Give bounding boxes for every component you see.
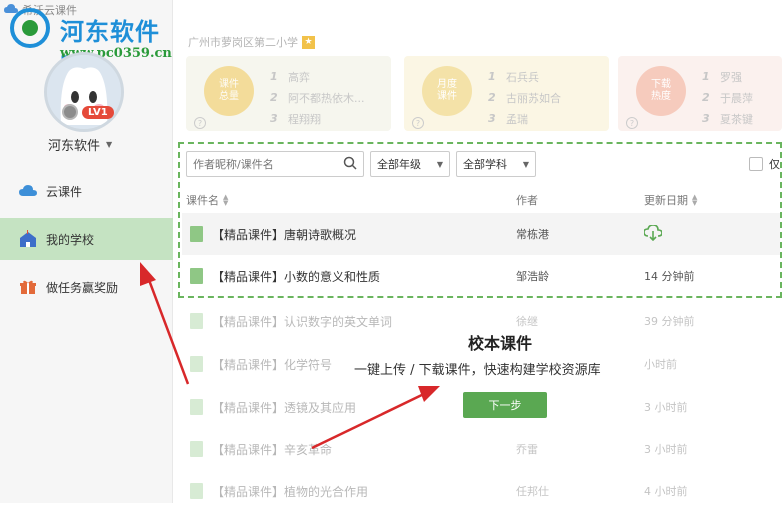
document-icon <box>190 441 203 457</box>
sidebar-item-tasks[interactable]: 做任务赢奖励 <box>0 266 173 308</box>
level-label: LV1 <box>82 105 114 119</box>
sidebar-item-my-school[interactable]: 我的学校 <box>0 218 173 260</box>
cloud-icon <box>18 181 38 201</box>
rank-row: 3 程翔翔 <box>270 112 321 126</box>
rank-list: 1 高弈 2 阿不都热依木... 3 程翔翔 <box>270 66 365 129</box>
app-window: 希沃云课件 河东软件园 www.pc0359.cn LV1 河东软件 ▼ <box>0 0 782 503</box>
document-icon <box>190 313 203 329</box>
help-icon[interactable]: ? <box>194 117 206 129</box>
grade-select[interactable]: 全部年级 ▼ <box>370 151 450 177</box>
help-icon[interactable]: ? <box>626 117 638 129</box>
main-panel: 广州市萝岗区第二小学 ★ 课件 总量 1 高弈 2 阿不都热依木... 3 程翔翔 ? … <box>174 0 782 503</box>
level-badge: LV1 <box>62 104 114 120</box>
total-medal-icon: 课件 总量 <box>204 66 254 116</box>
star-icon: ★ <box>302 35 315 49</box>
chevron-down-icon: ▼ <box>522 159 529 169</box>
document-icon <box>190 399 203 415</box>
only-checkbox[interactable]: 仅 <box>749 156 780 172</box>
school-name: 广州市萝岗区第二小学 ★ <box>188 34 315 50</box>
cloud-download-icon[interactable] <box>643 223 663 244</box>
watermark-logo-icon <box>6 8 54 50</box>
downloads-medal-icon: 下载 热度 <box>636 66 686 116</box>
user-menu[interactable]: 河东软件 ▼ <box>48 135 112 154</box>
rank-list: 1 石兵兵 2 古丽苏如合 3 孟瑞 <box>488 66 561 129</box>
search-box[interactable] <box>186 151 364 177</box>
avatar[interactable] <box>44 52 124 132</box>
document-icon <box>190 268 203 284</box>
guide-subtitle: 一键上传 / 下载课件，快速构建学校资源库 <box>354 363 601 378</box>
rank-row: 1 罗强 <box>702 70 742 84</box>
rank-row: 2 于晨萍 <box>702 91 753 105</box>
sidebar: 希沃云课件 河东软件园 www.pc0359.cn LV1 河东软件 ▼ <box>0 0 173 503</box>
table-row[interactable]: 【精品课件】小数的意义和性质 邹浩龄 14 分钟前 <box>182 255 780 297</box>
help-icon[interactable]: ? <box>412 117 424 129</box>
document-icon <box>190 356 203 372</box>
sort-icon: ▲ ▼ <box>223 193 229 207</box>
sidebar-item-label: 我的学校 <box>46 232 95 247</box>
username: 河东软件 <box>48 139 101 154</box>
rank-row: 3 夏茶键 <box>702 112 753 126</box>
rank-row: 1 石兵兵 <box>488 70 539 84</box>
monthly-medal-icon: 月度 课件 <box>422 66 472 116</box>
document-icon <box>190 483 203 499</box>
next-step-button[interactable]: 下一步 <box>463 392 547 418</box>
rank-card-downloads: 下载 热度 1 罗强 2 于晨萍 3 夏茶键 ? <box>618 56 782 131</box>
table-row[interactable]: 【精品课件】植物的光合作用 任邦仕 4 小时前 <box>182 470 780 512</box>
sort-icon: ▲ ▼ <box>692 193 698 207</box>
document-icon <box>190 226 203 242</box>
medal-icon <box>62 104 78 120</box>
rank-card-monthly: 月度 课件 1 石兵兵 2 古丽苏如合 3 孟瑞 ? <box>404 56 609 131</box>
column-header-date[interactable]: 更新日期 ▲ ▼ <box>644 192 697 208</box>
column-header-author: 作者 <box>516 194 538 207</box>
search-input[interactable] <box>193 157 343 171</box>
caret-down-icon: ▼ <box>106 140 113 149</box>
rank-row: 2 古丽苏如合 <box>488 91 561 105</box>
table-row[interactable]: 【精品课件】辛亥革命 乔雷 3 小时前 <box>182 428 780 470</box>
rank-row: 3 孟瑞 <box>488 112 528 126</box>
rank-list: 1 罗强 2 于晨萍 3 夏茶键 <box>702 66 753 129</box>
chevron-down-icon: ▼ <box>436 159 443 169</box>
sidebar-item-cloud[interactable]: 云课件 <box>0 170 173 212</box>
subject-select[interactable]: 全部学科 ▼ <box>456 151 536 177</box>
rank-card-total: 课件 总量 1 高弈 2 阿不都热依木... 3 程翔翔 ? <box>186 56 391 131</box>
gift-icon <box>18 277 38 297</box>
guide-title: 校本课件 <box>468 334 533 353</box>
search-icon[interactable] <box>343 156 357 173</box>
sidebar-item-label: 云课件 <box>46 184 83 199</box>
sidebar-item-label: 做任务赢奖励 <box>46 280 119 295</box>
table-row[interactable]: 【精品课件】唐朝诗歌概况 常栋港 <box>182 213 780 255</box>
checkbox[interactable] <box>749 157 763 171</box>
rank-row: 2 阿不都热依木... <box>270 91 365 105</box>
rank-row: 1 高弈 <box>270 70 310 84</box>
column-header-name[interactable]: 课件名 ▲ ▼ <box>186 192 228 208</box>
school-icon <box>18 229 38 249</box>
